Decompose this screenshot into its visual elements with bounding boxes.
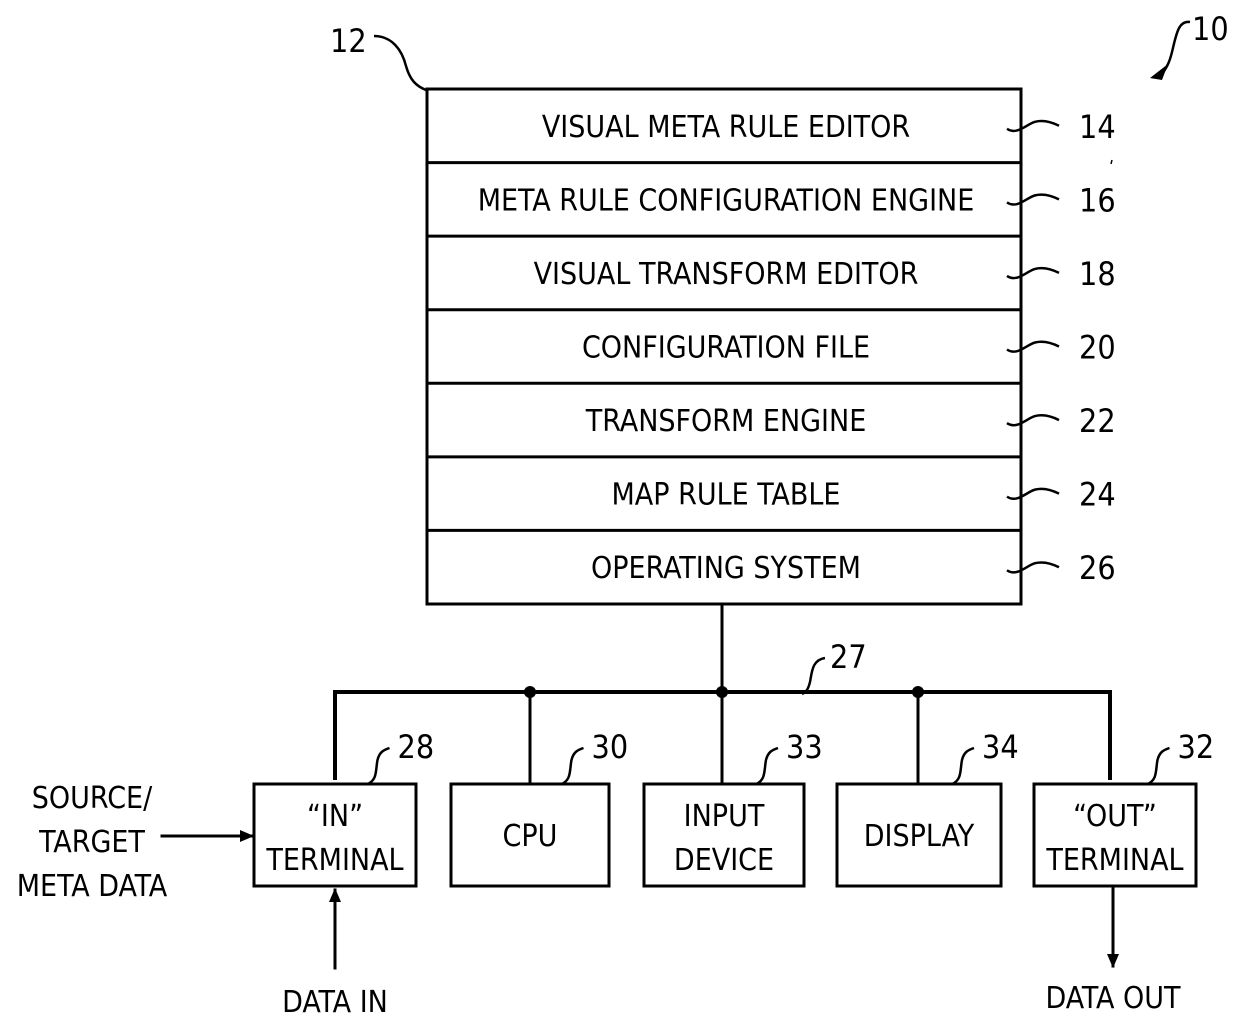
bus-leader-line: [801, 656, 826, 696]
layer-label: META RULE CONFIGURATION ENGINE: [478, 183, 975, 218]
data-out-output: DATA OUT: [1045, 884, 1181, 1016]
software-stack: VISUAL META RULE EDITOR 14 META RULE CONFI…: [425, 87, 1116, 606]
system-arrowhead-icon: [1150, 64, 1168, 80]
device-input-device: INPUT DEVICE 33: [642, 728, 823, 888]
device-leader-line: [755, 746, 779, 786]
data-in-label: DATA IN: [282, 985, 388, 1020]
device-label-line1: “IN”: [307, 799, 363, 834]
data-out-label: DATA OUT: [1045, 981, 1181, 1016]
device-ref-number: 32: [1178, 728, 1215, 766]
stack-reference: 12: [330, 22, 427, 92]
device-leader-line: [560, 746, 584, 786]
device-label: CPU: [503, 819, 558, 854]
meta-data-label-line2: TARGET: [38, 825, 145, 860]
device-ref-number: 34: [982, 728, 1019, 766]
bus-ref-number: 27: [830, 638, 867, 676]
stack-layer: VISUAL META RULE EDITOR 14: [542, 108, 1116, 146]
data-in-input: DATA IN: [282, 888, 388, 1020]
device-label-line2: TERMINAL: [265, 843, 403, 878]
device-ref-number: 28: [398, 728, 435, 766]
device-label-line1: INPUT: [684, 799, 765, 834]
layer-label: CONFIGURATION FILE: [582, 331, 870, 366]
meta-data-label-line1: SOURCE/: [32, 781, 153, 816]
layer-ref-number: 14: [1079, 108, 1116, 146]
device-display: DISPLAY 34: [835, 728, 1019, 888]
layer-ref-number: 16: [1079, 181, 1116, 219]
device-label-line2: DEVICE: [674, 843, 774, 878]
device-leader-line: [366, 746, 390, 786]
system-diagram: 10 12 VISUAL META RULE EDITOR 14 META RULE…: [17, 10, 1229, 1020]
stack-ref-number: 12: [330, 22, 367, 60]
device-in-terminal: “IN” TERMINAL 28: [252, 728, 435, 888]
layer-label: MAP RULE TABLE: [612, 478, 841, 513]
device-label-line1: “OUT”: [1073, 799, 1157, 834]
device-label: DISPLAY: [864, 819, 975, 854]
device-leader-line: [951, 746, 975, 786]
layer-ref-number: 22: [1079, 402, 1116, 440]
device-ref-number: 30: [592, 728, 629, 766]
device-label-line2: TERMINAL: [1045, 843, 1183, 878]
device-ref-number: 33: [786, 728, 823, 766]
layer-label: OPERATING SYSTEM: [591, 551, 861, 586]
speck: [1110, 159, 1113, 165]
layer-label: VISUAL TRANSFORM EDITOR: [534, 257, 919, 292]
device-cpu: CPU 30: [449, 728, 629, 888]
stack-leader-line: [373, 34, 427, 92]
device-leader-line: [1146, 746, 1170, 786]
layer-label: TRANSFORM ENGINE: [585, 404, 867, 439]
layer-ref-number: 18: [1079, 255, 1116, 293]
layer-ref-number: 24: [1079, 476, 1116, 514]
layer-label: VISUAL META RULE EDITOR: [542, 110, 910, 145]
layer-ref-number: 26: [1079, 549, 1116, 587]
system-reference: 10: [1150, 10, 1229, 80]
system-ref-number: 10: [1192, 10, 1229, 48]
meta-data-label-line3: META DATA: [17, 869, 168, 904]
hardware-devices: “IN” TERMINAL 28 CPU 30 INPUT DEVICE 33 DISPLAY 3…: [252, 728, 1215, 888]
meta-data-input: SOURCE/ TARGET META DATA: [17, 781, 254, 904]
device-out-terminal: “OUT” TERMINAL 32: [1032, 728, 1215, 888]
layer-ref-number: 20: [1079, 329, 1116, 367]
